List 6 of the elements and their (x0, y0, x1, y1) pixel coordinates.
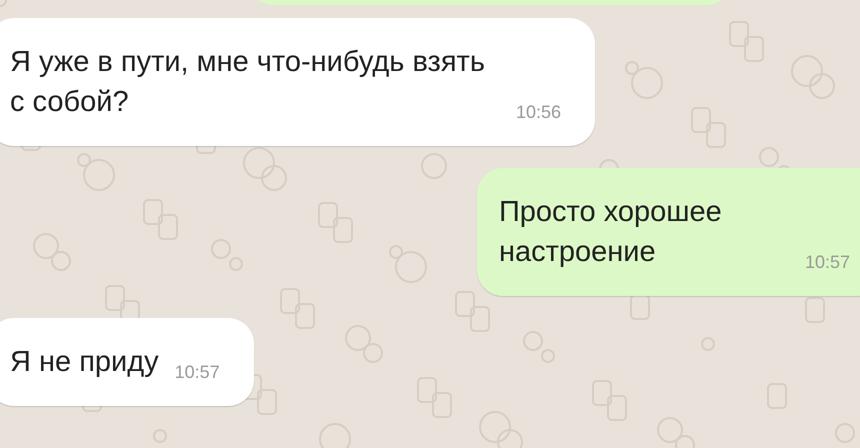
message-text: Я уже в пути, мне что-нибудь взять с собой? (10, 45, 486, 120)
message-time: 10:57 (174, 361, 220, 384)
message-text: Я не приду (10, 345, 159, 380)
message-text: Просто хорошее настроение (498, 195, 723, 270)
message-time: 10:57 (804, 251, 850, 274)
message-time: 10:56 (516, 101, 562, 124)
